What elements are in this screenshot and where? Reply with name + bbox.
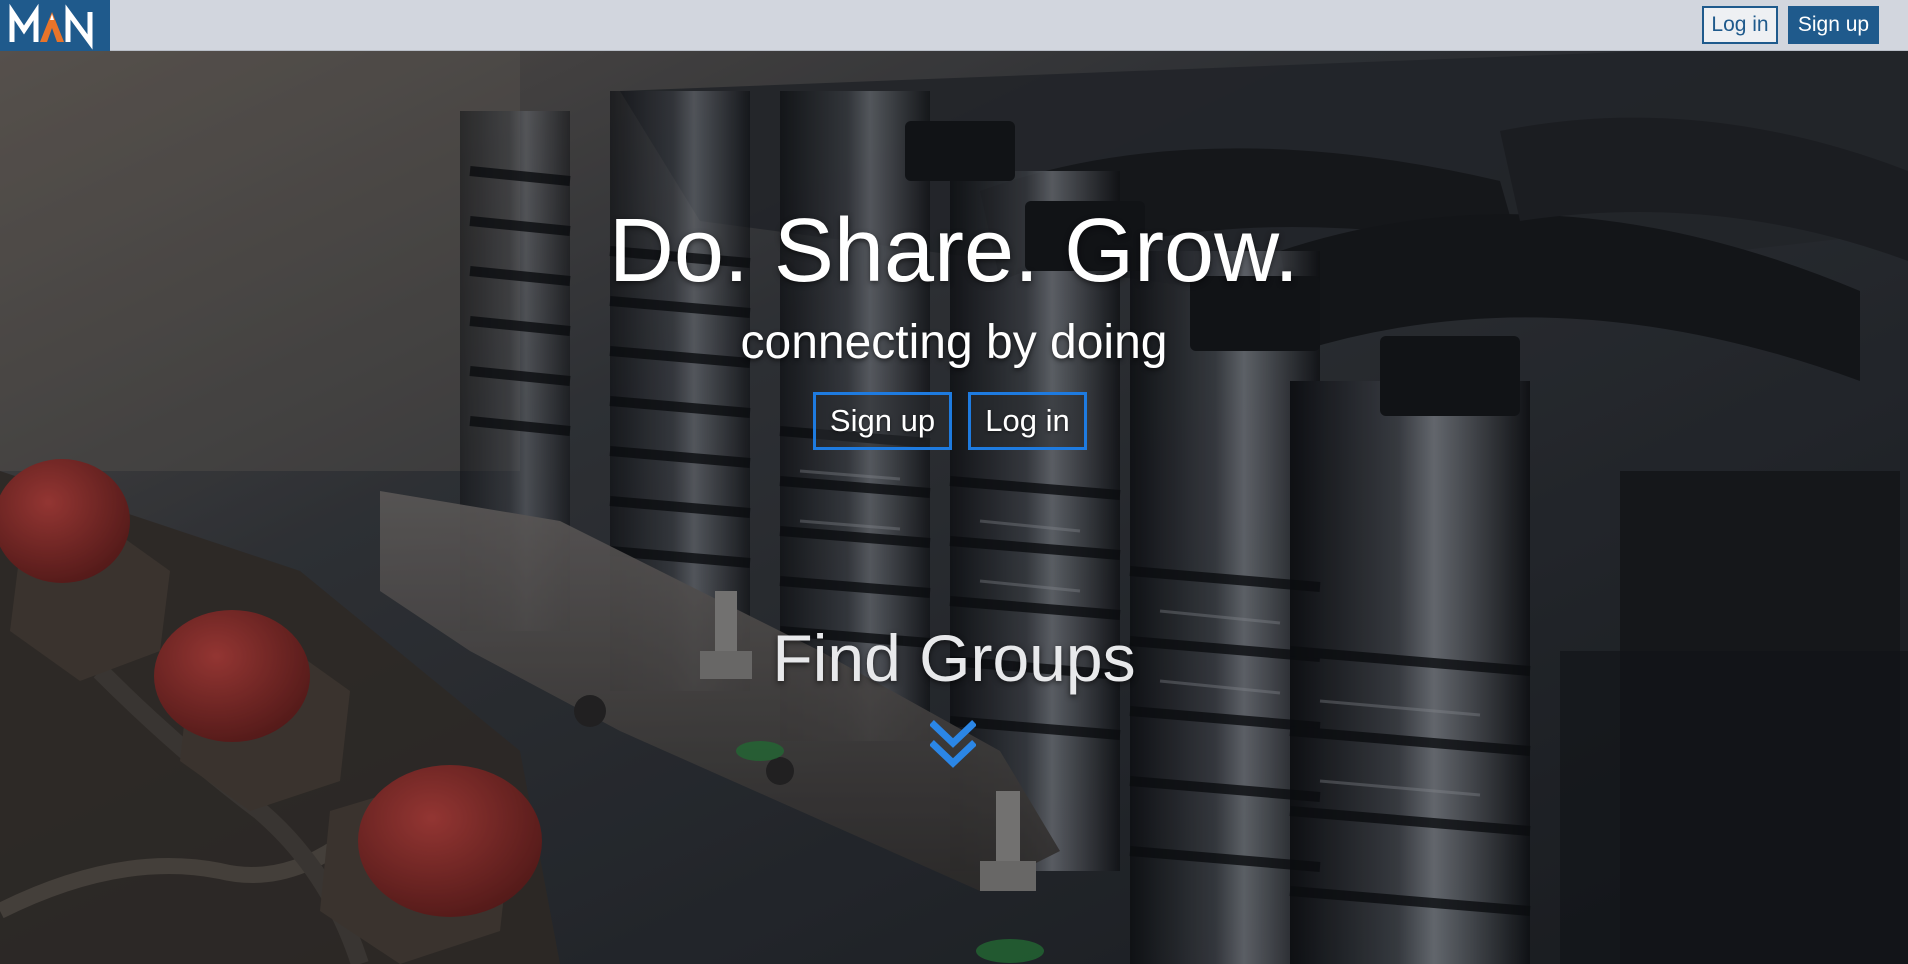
top-navbar: Log in Sign up <box>0 0 1908 51</box>
logo[interactable] <box>0 0 110 51</box>
hero-signup-button[interactable]: Sign up <box>813 392 952 450</box>
hero-title: Do. Share. Grow. <box>608 201 1300 301</box>
logo-mark <box>0 0 110 51</box>
hero-login-button[interactable]: Log in <box>968 392 1087 450</box>
hero-subtitle: connecting by doing <box>740 316 1168 369</box>
hero-section: Do. Share. Grow. connecting by doing Sig… <box>0 51 1908 964</box>
hero-overlay <box>0 51 1908 964</box>
find-groups-heading: Find Groups <box>772 621 1136 695</box>
navbar-login-button[interactable]: Log in <box>1702 6 1778 44</box>
chevron-double-down-icon[interactable] <box>930 719 976 769</box>
navbar-signup-button[interactable]: Sign up <box>1788 6 1879 44</box>
